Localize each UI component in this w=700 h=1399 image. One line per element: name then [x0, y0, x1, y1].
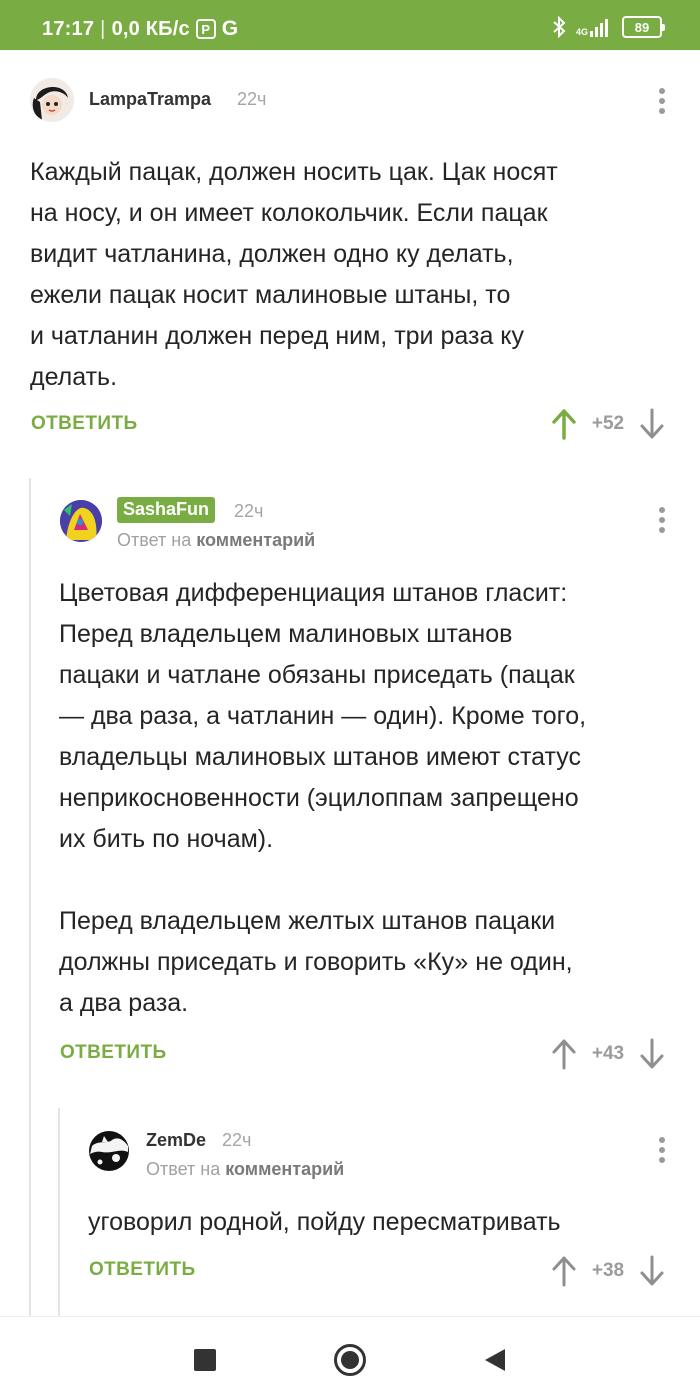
- text-line: должны приседать и говорить «Ку» не один…: [59, 948, 573, 976]
- reply-button[interactable]: ОТВЕТИТЬ: [60, 1042, 167, 1064]
- reply-to-prefix: Ответ на: [117, 530, 192, 550]
- reply-to-prefix: Ответ на: [146, 1159, 221, 1179]
- network-type: 4G: [575, 27, 588, 37]
- text-line: и чатланин должен перед ним, три раза ку: [30, 322, 525, 350]
- reply-to: Ответ на комментарий: [117, 530, 315, 551]
- username[interactable]: ZemDe: [146, 1130, 206, 1151]
- comment-text: Каждый пацак, должен носить цак. Цак нос…: [30, 152, 680, 398]
- status-time: 17:17: [42, 17, 95, 40]
- text-line: Каждый пацак, должен носить цак. Цак нос…: [30, 158, 558, 186]
- avatar-image: [89, 1131, 129, 1171]
- square-icon[interactable]: [188, 1343, 222, 1377]
- thread-line: [58, 1108, 60, 1316]
- reply-button[interactable]: ОТВЕТИТЬ: [31, 413, 138, 435]
- reply-to: Ответ на комментарий: [146, 1159, 344, 1180]
- status-separator: |: [100, 17, 106, 40]
- text-line: уговорил родной, пойду пересматривать: [88, 1208, 561, 1236]
- text-line: владельцы малиновых штанов имеют статус: [59, 743, 581, 771]
- text-line: — два раза, а чатланин — один). Кроме то…: [59, 702, 587, 730]
- username[interactable]: LampaTrampa: [89, 89, 211, 110]
- text-line: Перед владельцем желтых штанов пацаки: [59, 907, 556, 935]
- reply-to-link[interactable]: комментарий: [196, 530, 315, 550]
- battery-level: 89: [634, 19, 650, 35]
- signal-bars-icon: [590, 19, 608, 37]
- circle-icon[interactable]: [333, 1343, 367, 1377]
- google-icon: G: [221, 17, 239, 40]
- avatar-image: [30, 78, 74, 122]
- text-line: их бить по ночам).: [59, 825, 274, 853]
- arrow-down-icon[interactable]: [638, 408, 666, 440]
- signal-icon: 4G: [576, 17, 612, 37]
- vote-controls: +38: [550, 1255, 666, 1287]
- more-vertical-icon[interactable]: [652, 505, 672, 535]
- vote-controls: +43: [550, 1038, 666, 1070]
- triangle-back-icon[interactable]: [478, 1343, 512, 1377]
- navigation-bar: [0, 1316, 700, 1399]
- text-line: ежели пацак носит малиновые штаны, то: [30, 281, 511, 309]
- text-line: делать.: [30, 363, 118, 391]
- arrow-down-icon[interactable]: [638, 1038, 666, 1070]
- parking-icon: P: [195, 19, 216, 39]
- arrow-up-icon[interactable]: [550, 1038, 578, 1070]
- avatar[interactable]: [88, 1130, 130, 1172]
- avatar[interactable]: [30, 78, 74, 122]
- text-line: на носу, и он имеет колокольчик. Если па…: [30, 199, 548, 227]
- score: +52: [591, 413, 625, 434]
- text-line: неприкосновенности (эцилоппам запрещено: [59, 784, 579, 812]
- more-vertical-icon[interactable]: [652, 86, 672, 116]
- battery-icon: 89: [622, 16, 665, 38]
- status-left: 17:17 | 0,0 КБ/с P G: [42, 17, 238, 41]
- text-line: а два раза.: [59, 989, 189, 1017]
- username-badge[interactable]: SashaFun: [117, 497, 216, 523]
- avatar-image: [60, 500, 102, 542]
- comment-text: уговорил родной, пойду пересматривать: [88, 1202, 688, 1243]
- more-vertical-icon[interactable]: [652, 1135, 672, 1165]
- status-bar: 17:17 | 0,0 КБ/с P G 4G 89: [0, 0, 700, 50]
- bluetooth-icon: [553, 16, 566, 38]
- status-right: 4G 89: [552, 16, 665, 38]
- text-line: пацаки и чатлане обязаны приседать (паца…: [59, 661, 575, 689]
- thread-line: [29, 478, 31, 1316]
- arrow-down-icon[interactable]: [638, 1255, 666, 1287]
- comment-time: 22ч: [234, 501, 264, 521]
- avatar[interactable]: [60, 500, 102, 542]
- vote-controls: +52: [550, 408, 666, 440]
- score: +43: [591, 1043, 625, 1064]
- text-line: Цветовая дифференциация штанов гласит:: [59, 579, 568, 607]
- arrow-up-icon[interactable]: [550, 408, 578, 440]
- reply-button[interactable]: ОТВЕТИТЬ: [89, 1259, 196, 1281]
- arrow-up-icon[interactable]: [550, 1255, 578, 1287]
- text-line: Перед владельцем малиновых штанов: [59, 620, 513, 648]
- text-line: видит чатланина, должен одно ку делать,: [30, 240, 514, 268]
- comment-time: 22ч: [237, 89, 267, 109]
- comment-time: 22ч: [222, 1130, 252, 1150]
- status-speed: 0,0 КБ/с: [111, 17, 190, 40]
- score: +38: [591, 1260, 625, 1281]
- reply-to-link[interactable]: комментарий: [225, 1159, 344, 1179]
- comment-text: Цветовая дифференциация штанов гласит: П…: [59, 573, 689, 1024]
